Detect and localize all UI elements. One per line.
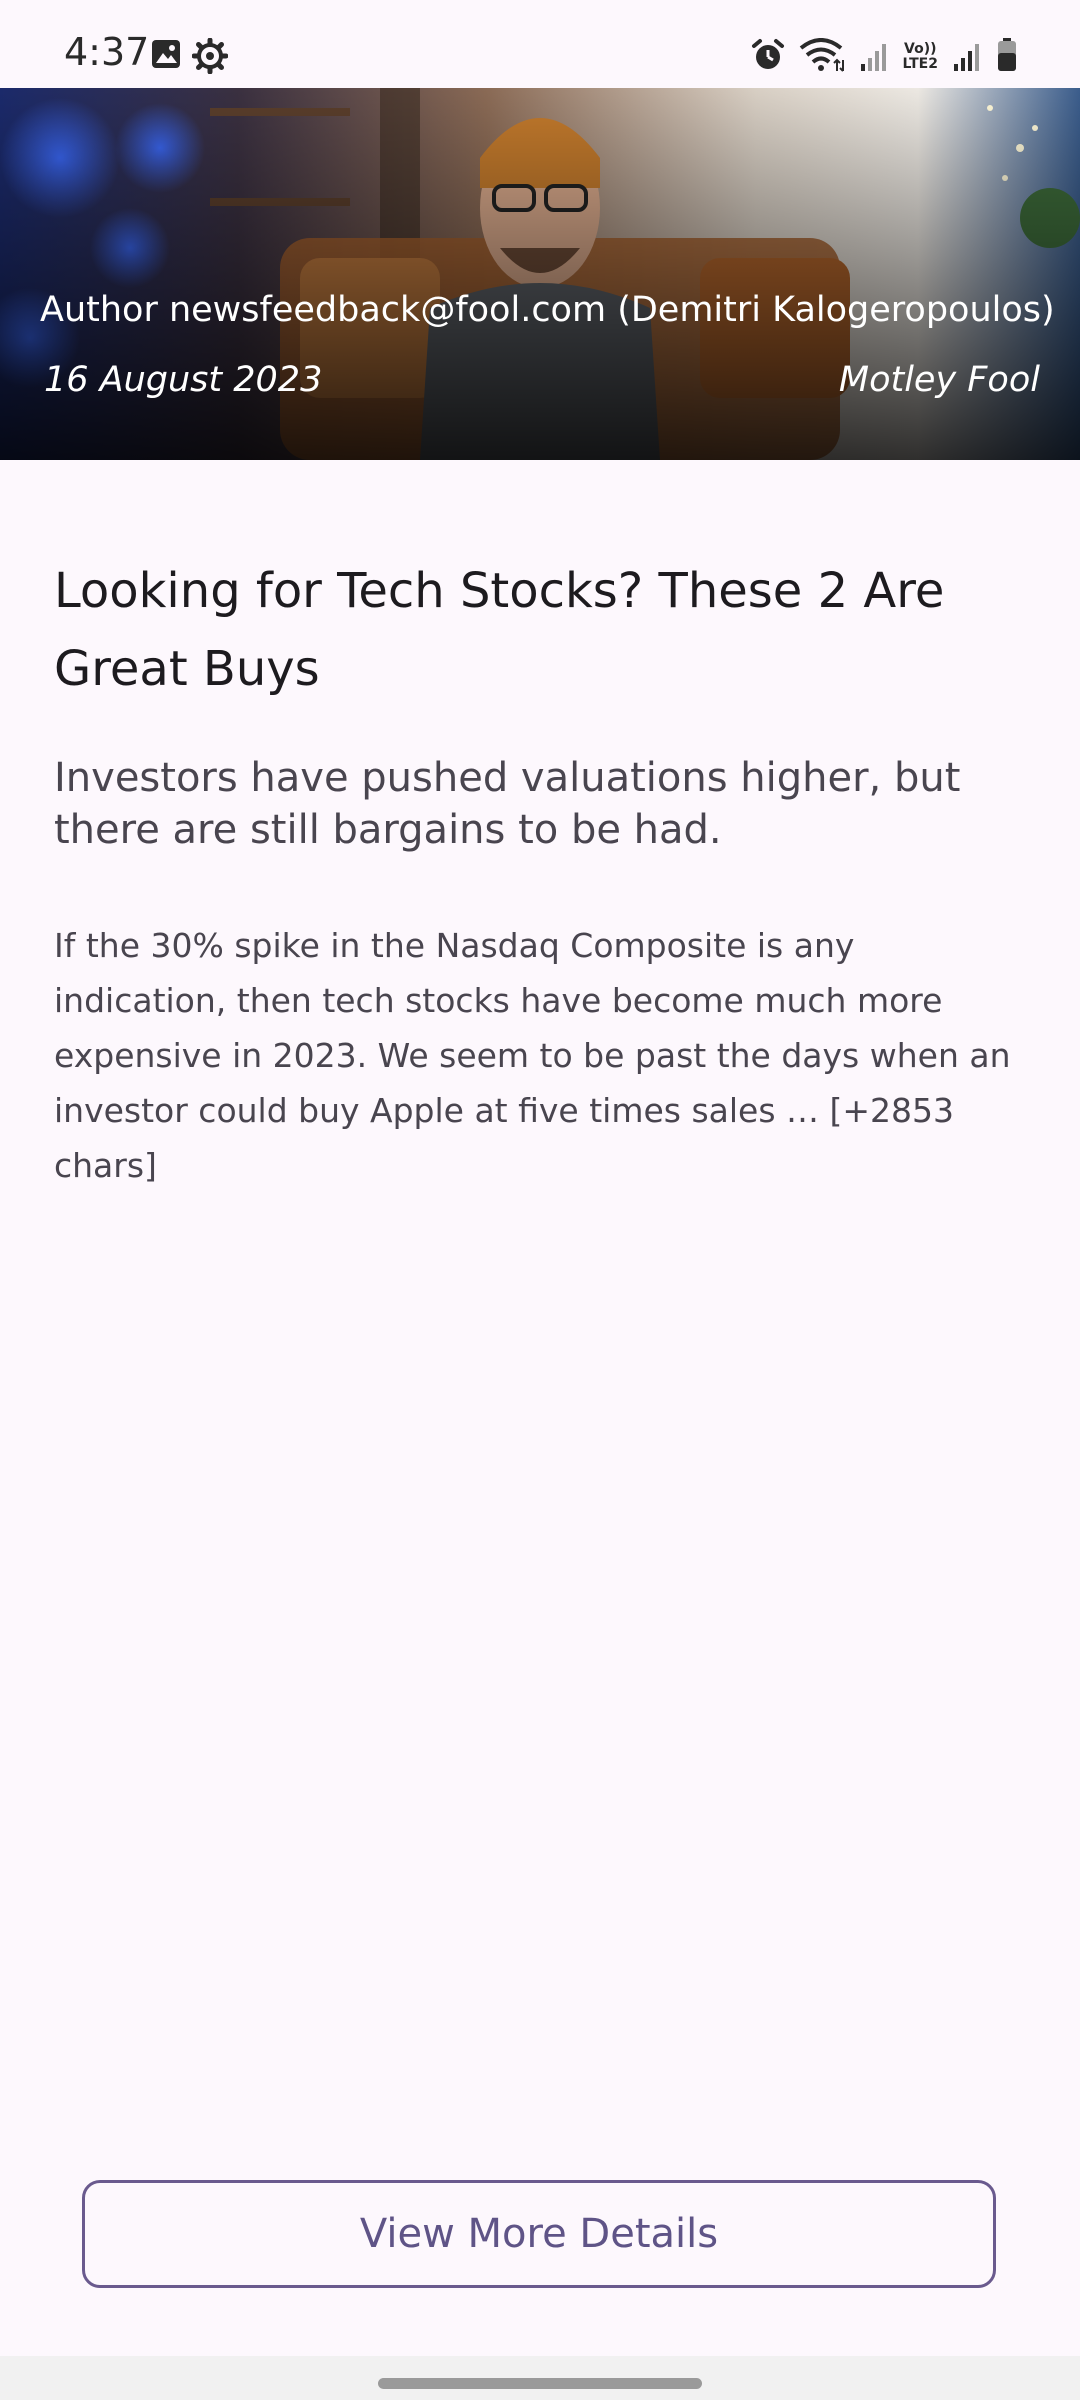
article-body: If the 30% spike in the Nasdaq Composite…	[54, 926, 1011, 1185]
article-author: Author newsfeedback@fool.com (Demitri Ka…	[40, 290, 1055, 330]
battery-icon	[996, 38, 1018, 72]
status-left-icons	[150, 38, 228, 74]
signal-icon	[859, 42, 889, 72]
status-time: 4:37	[64, 30, 150, 74]
wifi-icon	[799, 38, 845, 72]
article-subtitle: Investors have pushed valuations higher,…	[54, 755, 961, 853]
status-bar: 4:37 Vo)) LTE2	[0, 0, 1080, 88]
status-right-icons: Vo)) LTE2	[751, 38, 1018, 72]
navigation-bar	[0, 2356, 1080, 2400]
hero-image: Author newsfeedback@fool.com (Demitri Ka…	[0, 88, 1080, 460]
volte-label: Vo))	[904, 41, 937, 57]
alarm-icon	[751, 38, 785, 72]
home-gesture-handle[interactable]	[378, 2378, 702, 2389]
article-date: 16 August 2023	[44, 360, 323, 400]
settings-gear-icon	[192, 38, 228, 74]
signal-icon	[952, 42, 982, 72]
image-icon	[150, 38, 182, 74]
article-title: Looking for Tech Stocks? These 2 Are Gre…	[54, 563, 945, 697]
article-source: Motley Fool	[838, 360, 1040, 400]
view-more-details-button[interactable]: View More Details	[82, 2180, 996, 2288]
volte-lte2-icon: Vo)) LTE2	[903, 42, 938, 72]
lte2-label: LTE2	[902, 56, 938, 72]
hero-photo	[0, 88, 1080, 460]
